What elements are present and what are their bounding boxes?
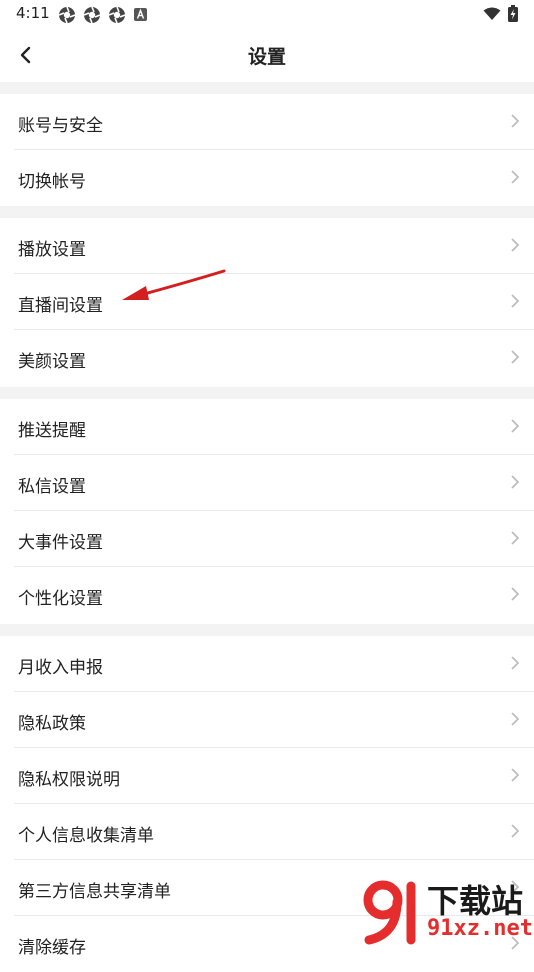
settings-item-private-message[interactable]: 私信设置 (0, 455, 534, 511)
chevron-right-icon (511, 294, 520, 308)
settings-item-playback[interactable]: 播放设置 (0, 218, 534, 274)
chevron-right-icon (511, 768, 520, 782)
settings-item-major-events[interactable]: 大事件设置 (0, 511, 534, 567)
watermark: 下载站 91xz.net (359, 872, 534, 950)
page-title: 设置 (247, 46, 286, 68)
settings-item-account-security[interactable]: 账号与安全 (0, 94, 534, 150)
watermark-logo-icon (363, 880, 416, 945)
chevron-right-icon (511, 350, 520, 364)
item-label: 直播间设置 (18, 296, 103, 316)
section-gap (0, 82, 534, 94)
item-label: 隐私权限说明 (18, 770, 120, 790)
chevron-right-icon (511, 824, 520, 838)
a-icon (134, 8, 147, 21)
chevron-right-icon (511, 238, 520, 252)
item-label: 美颜设置 (18, 352, 86, 372)
chevron-right-icon (511, 531, 520, 545)
header: 设置 (0, 28, 534, 82)
chevron-right-icon (511, 475, 520, 489)
item-label: 个人信息收集清单 (18, 826, 154, 846)
wifi-icon (483, 7, 501, 20)
settings-item-monthly-income[interactable]: 月收入申报 (0, 636, 534, 692)
aperture-icon (58, 6, 76, 24)
item-label: 切换帐号 (18, 172, 86, 192)
settings-item-switch-account[interactable]: 切换帐号 (0, 150, 534, 206)
chevron-right-icon (511, 712, 520, 726)
item-label: 第三方信息共享清单 (18, 882, 171, 902)
item-label: 推送提醒 (18, 421, 86, 441)
item-label: 大事件设置 (18, 533, 103, 553)
settings-item-privacy-permissions[interactable]: 隐私权限说明 (0, 748, 534, 804)
item-label: 个性化设置 (18, 589, 103, 609)
chevron-right-icon (511, 656, 520, 670)
settings-item-personalization[interactable]: 个性化设置 (0, 567, 534, 623)
status-bar: 4:11 (0, 0, 534, 28)
settings-item-beauty[interactable]: 美颜设置 (0, 330, 534, 386)
red-arrow-icon (122, 269, 226, 300)
item-label: 清除缓存 (18, 938, 86, 958)
chevron-right-icon (511, 114, 520, 128)
chevron-right-icon (511, 170, 520, 184)
settings-item-personal-info-list[interactable]: 个人信息收集清单 (0, 804, 534, 860)
battery-icon (508, 5, 518, 22)
section-gap (0, 624, 534, 636)
chevron-right-icon (511, 587, 520, 601)
settings-item-push[interactable]: 推送提醒 (0, 399, 534, 455)
aperture-icon (83, 6, 101, 24)
item-label: 账号与安全 (18, 116, 103, 136)
chevron-right-icon (511, 419, 520, 433)
section-gap (0, 206, 534, 218)
aperture-icon (108, 6, 126, 24)
watermark-url: 91xz.net (427, 916, 533, 941)
settings-item-live-room[interactable]: 直播间设置 (0, 274, 534, 330)
item-label: 月收入申报 (18, 658, 103, 678)
settings-item-privacy-policy[interactable]: 隐私政策 (0, 692, 534, 748)
item-label: 隐私政策 (18, 714, 86, 734)
status-time: 4:11 (16, 4, 50, 22)
item-label: 私信设置 (18, 477, 86, 497)
section-gap (0, 387, 534, 399)
item-label: 播放设置 (18, 240, 86, 260)
